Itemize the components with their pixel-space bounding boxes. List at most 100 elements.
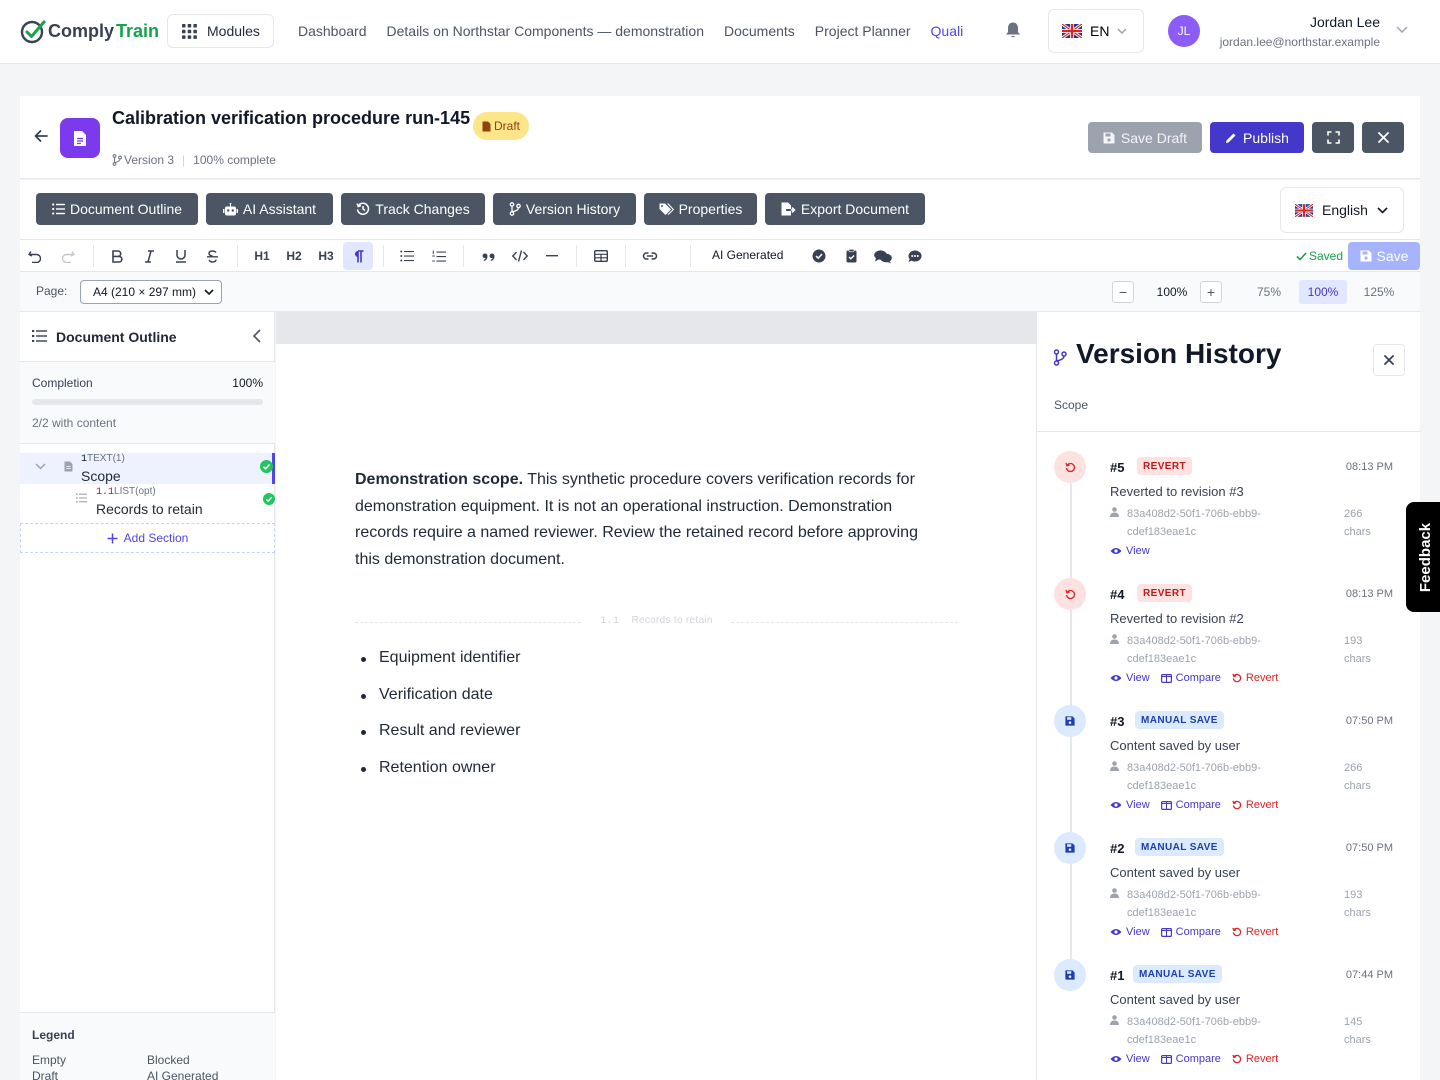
modules-button[interactable]: Modules (167, 14, 274, 48)
legend-item-draft: Draft (32, 1069, 59, 1080)
tab-document-outline[interactable]: Document Outline (36, 193, 198, 225)
status-legend: Legend Empty Blocked Draft AI Generated (20, 1012, 275, 1080)
back-arrow-icon[interactable] (34, 129, 48, 143)
view-revision-button[interactable]: View (1110, 545, 1150, 557)
comments-button[interactable] (869, 242, 897, 270)
chevron-down-icon[interactable] (35, 463, 46, 470)
git-branch-icon (112, 154, 122, 166)
view-revision-button[interactable]: View (1110, 672, 1150, 684)
git-branch-icon (1053, 349, 1067, 366)
numbered-list-button[interactable] (425, 242, 453, 270)
list-item[interactable]: Equipment identifier (360, 649, 520, 686)
app-logo[interactable]: Comply Train (20, 16, 159, 46)
nav-link-details[interactable]: Details on Northstar Components — demons… (387, 23, 704, 39)
horizontal-rule-button[interactable] (538, 242, 566, 270)
close-version-history-button[interactable] (1373, 344, 1405, 376)
heading-3-button[interactable]: H3 (312, 242, 340, 270)
undo-icon (1232, 1054, 1242, 1064)
outline-item-records-to-retain[interactable]: 1.1LIST(opt) Records to retain (20, 485, 275, 519)
view-revision-button[interactable]: View (1110, 926, 1150, 938)
chevron-left-icon[interactable] (252, 329, 262, 343)
revert-revision-button[interactable]: Revert (1232, 1053, 1278, 1065)
add-section-button[interactable]: Add Section (20, 523, 275, 553)
save-button[interactable]: Save (1348, 242, 1420, 270)
notification-bell-icon[interactable] (1005, 22, 1021, 39)
italic-button[interactable] (135, 242, 163, 270)
revert-revision-button[interactable]: Revert (1232, 926, 1278, 938)
insert-link-button[interactable] (636, 242, 664, 270)
tab-document-outline-label: Document Outline (69, 201, 183, 217)
publish-button[interactable]: Publish (1210, 122, 1304, 153)
undo-icon (1064, 589, 1075, 599)
redo-button[interactable] (54, 242, 82, 270)
publish-label: Publish (1243, 129, 1289, 146)
list-item[interactable]: Verification date (360, 686, 520, 723)
language-switcher[interactable]: EN (1048, 9, 1144, 53)
code-button[interactable] (506, 242, 534, 270)
user-menu-chevron-icon[interactable] (1396, 26, 1408, 33)
legend-item-blocked: Blocked (147, 1053, 190, 1067)
view-revision-button[interactable]: View (1110, 1053, 1150, 1065)
uk-flag-icon (1062, 24, 1082, 38)
compare-revision-button[interactable]: Compare (1160, 926, 1221, 938)
tab-track-changes[interactable]: Track Changes (341, 193, 485, 225)
user-avatar[interactable]: JL (1168, 15, 1200, 47)
zoom-out-button[interactable]: − (1112, 281, 1134, 303)
approve-button[interactable] (805, 242, 833, 270)
document-language-select[interactable]: English (1280, 187, 1404, 233)
expand-icon (1326, 131, 1340, 144)
zoom-preset-75[interactable]: 75% (1245, 280, 1293, 304)
revision-type-badge: REVERT (1137, 584, 1192, 602)
heading-2-button[interactable]: H2 (280, 242, 308, 270)
revert-revision-button[interactable]: Revert (1232, 799, 1278, 811)
bullet-list-button[interactable] (393, 242, 421, 270)
blockquote-button[interactable] (474, 242, 502, 270)
underline-button[interactable] (167, 242, 195, 270)
version-history-title: Version History (1076, 338, 1282, 369)
clipboard-check-button[interactable] (837, 242, 865, 270)
revision-time: 07:44 PM (1345, 969, 1393, 981)
strikethrough-button[interactable] (198, 242, 226, 270)
scope-paragraph[interactable]: Demonstration scope. This synthetic proc… (355, 467, 945, 573)
zoom-in-button[interactable]: + (1200, 281, 1222, 303)
nav-link-documents[interactable]: Documents (724, 23, 795, 39)
fullscreen-button[interactable] (1312, 122, 1354, 153)
list-item[interactable]: Retention owner (360, 759, 520, 796)
page-size-select[interactable]: A4 (210 × 297 mm) (80, 280, 222, 304)
revert-revision-button[interactable]: Revert (1232, 672, 1278, 684)
ai-generated-toggle[interactable]: AI Generated (712, 248, 783, 262)
tab-export-document[interactable]: Export Document (765, 193, 925, 225)
tab-version-history[interactable]: Version History (493, 193, 636, 225)
heading-1-button[interactable]: H1 (248, 242, 276, 270)
save-draft-button[interactable]: Save Draft (1088, 122, 1202, 153)
tab-properties[interactable]: Properties (644, 193, 757, 225)
tab-ai-assistant[interactable]: AI Assistant (206, 193, 333, 225)
compare-revision-button[interactable]: Compare (1160, 672, 1221, 684)
insert-table-button[interactable] (587, 242, 615, 270)
view-revision-button[interactable]: View (1110, 799, 1150, 811)
compare-revision-button[interactable]: Compare (1160, 1053, 1221, 1065)
list-item[interactable]: Result and reviewer (360, 722, 520, 759)
paragraph-button[interactable] (343, 242, 373, 270)
document-header: Calibration verification procedure run-1… (20, 96, 1420, 179)
outline-item-scope[interactable]: 1TEXT(1) Scope (20, 453, 275, 484)
zoom-preset-125[interactable]: 125% (1355, 280, 1403, 304)
nav-link-quali[interactable]: Quali (931, 23, 964, 39)
close-document-button[interactable] (1362, 122, 1404, 153)
horizontal-rule-icon (546, 255, 558, 257)
bold-button[interactable] (103, 242, 131, 270)
nav-link-project-planner[interactable]: Project Planner (815, 23, 911, 39)
check-circle-icon (812, 249, 826, 263)
editor-canvas[interactable]: Demonstration scope. This synthetic proc… (276, 312, 1036, 1080)
nav-link-dashboard[interactable]: Dashboard (298, 23, 367, 39)
undo-button[interactable] (21, 242, 49, 270)
page-settings-bar: Page: A4 (210 × 297 mm) − 100% + 75% 100… (20, 272, 1420, 312)
compare-revision-button[interactable]: Compare (1160, 799, 1221, 811)
feedback-tab[interactable]: Feedback (1406, 502, 1440, 612)
toolbar-divider (383, 245, 384, 267)
comment-dots-button[interactable] (901, 242, 929, 270)
page-size-value: A4 (210 × 297 mm) (93, 285, 197, 299)
grid-icon (182, 23, 197, 39)
columns-icon (1160, 927, 1172, 937)
zoom-preset-100[interactable]: 100% (1299, 280, 1347, 304)
